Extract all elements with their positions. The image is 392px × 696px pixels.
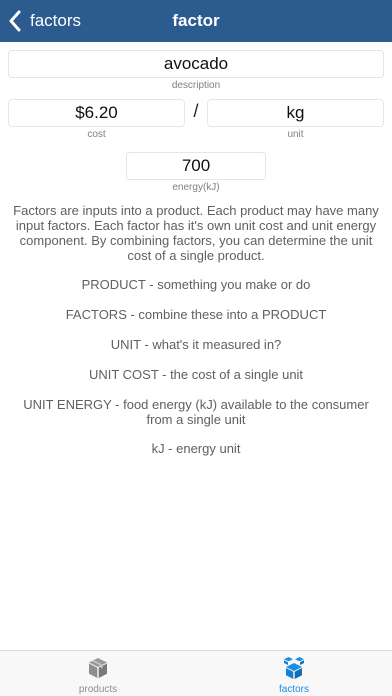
tab-products-label: products: [78, 684, 118, 695]
tab-bar: products factors: [0, 650, 392, 696]
back-button-label: factors: [30, 11, 82, 30]
help-unit-cost-text: UNIT COST - the cost of a single unit: [88, 367, 304, 382]
nav-bar: factors factor: [0, 0, 392, 42]
tab-factors[interactable]: factors: [196, 651, 392, 696]
cost-caption: cost: [87, 129, 106, 140]
cost-field[interactable]: [8, 99, 185, 127]
description-field[interactable]: [8, 50, 384, 78]
chevron-left-icon: [8, 0, 28, 42]
unit-caption: unit: [287, 129, 304, 140]
help-product-text: PRODUCT - something you make or do: [81, 277, 311, 292]
help-kj-text: kJ - energy unit: [151, 441, 241, 456]
description-caption: description: [171, 80, 221, 91]
unit-field[interactable]: [207, 99, 384, 127]
back-button[interactable]: factors: [8, 0, 81, 42]
boxes-icon: [282, 656, 306, 680]
per-separator: /: [193, 101, 199, 121]
tab-products[interactable]: products: [0, 651, 196, 696]
box-icon: [86, 656, 110, 680]
energy-caption: energy(kJ): [172, 182, 220, 193]
help-factors-text: FACTORS - combine these into a PRODUCT: [65, 307, 327, 322]
help-unit-text: UNIT - what's it measured in?: [110, 337, 282, 352]
energy-field[interactable]: [126, 152, 266, 180]
help-unit-energy-text: UNIT ENERGY - food energy (kJ) available…: [23, 397, 369, 427]
tab-factors-label: factors: [278, 684, 309, 695]
help-intro-text: Factors are inputs into a product. Each …: [13, 203, 379, 263]
